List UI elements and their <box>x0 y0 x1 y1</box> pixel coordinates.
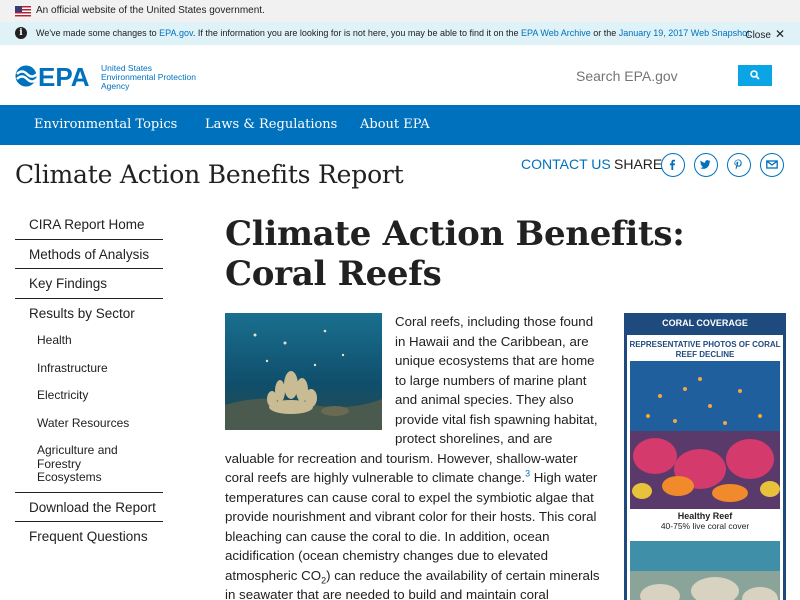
nav-about-epa[interactable]: About EPA <box>360 117 430 132</box>
sidebar-item-key-findings[interactable]: Key Findings <box>15 269 163 299</box>
us-flag-icon <box>15 6 31 17</box>
notice-text: . If the information you are looking for… <box>192 28 522 38</box>
sidebar-subitem-water-resources[interactable]: Water Resources <box>15 411 163 438</box>
agency-name: United States Environmental Protection A… <box>101 64 196 91</box>
notice-text: We've made some changes to <box>36 28 160 38</box>
sidebar-subitem-infrastructure[interactable]: Infrastructure <box>15 356 163 383</box>
epa-logo[interactable]: EPA United States Environmental Protecti… <box>15 61 215 91</box>
notice-message: We've made some changes to EPA.gov. If t… <box>36 28 752 38</box>
search-form <box>572 65 772 86</box>
sidebar-item-results-by-sector[interactable]: Results by Sector <box>15 299 163 329</box>
caption-detail: 40-75% live coral cover <box>660 521 750 531</box>
twitter-icon <box>700 160 711 169</box>
search-input[interactable] <box>572 65 732 86</box>
web-archive-link[interactable]: EPA Web Archive <box>521 28 591 38</box>
email-share-button[interactable] <box>760 153 784 177</box>
coverage-content: REPRESENTATIVE PHOTOS OF CORAL REEF DECL… <box>627 335 783 600</box>
sidebar-nav: CIRA Report Home Methods of Analysis Key… <box>15 210 163 552</box>
page-title: Climate Action Benefits: Coral Reefs <box>225 214 685 294</box>
paragraph-text: High water temperatures can cause coral … <box>225 470 598 583</box>
coral-reef-photo <box>225 313 382 430</box>
site-header: EPA United States Environmental Protecti… <box>0 45 800 105</box>
sidebar-subitem-agriculture-forestry[interactable]: Agriculture and Forestry <box>15 438 163 471</box>
close-icon: ✕ <box>774 27 785 41</box>
sidebar-subitem-health[interactable]: Health <box>15 328 163 355</box>
info-icon: i <box>15 27 27 39</box>
epa-gov-link[interactable]: EPA.gov <box>159 28 193 38</box>
declining-reef-photo <box>630 541 780 600</box>
coverage-header: CORAL COVERAGE <box>662 318 748 328</box>
logo-text: EPA <box>38 62 90 90</box>
pinterest-icon <box>734 159 742 170</box>
web-snapshot-link[interactable]: January 19, 2017 Web Snapshot <box>619 28 750 38</box>
sidebar-subitem-electricity[interactable]: Electricity <box>15 383 163 410</box>
sidebar-item-methods-of-analysis[interactable]: Methods of Analysis <box>15 240 163 270</box>
twitter-share-button[interactable] <box>694 153 718 177</box>
search-button[interactable] <box>738 65 772 86</box>
gov-banner: An official website of the United States… <box>0 0 800 22</box>
coral-coverage-box: CORAL COVERAGE REPRESENTATIVE PHOTOS OF … <box>624 313 786 600</box>
caption-title: Healthy Reef <box>677 511 733 521</box>
close-label: Close <box>745 30 771 41</box>
nav-environmental-topics[interactable]: Environmental Topics <box>34 117 177 132</box>
sidebar-item-cira-report-home[interactable]: CIRA Report Home <box>15 210 163 240</box>
contact-us-link[interactable]: CONTACT US <box>521 156 611 172</box>
sidebar-subitem-ecosystems[interactable]: Ecosystems <box>15 465 163 493</box>
share-label: SHARE <box>614 156 663 172</box>
facebook-share-button[interactable] <box>661 153 685 177</box>
sidebar-item-frequent-questions[interactable]: Frequent Questions <box>15 522 163 552</box>
email-icon <box>766 160 778 169</box>
main-nav: Environmental Topics Laws & Regulations … <box>0 105 800 145</box>
healthy-reef-caption: Healthy Reef 40-75% live coral cover <box>627 511 783 531</box>
sidebar-item-download-report[interactable]: Download the Report <box>15 493 163 523</box>
search-icon <box>750 70 760 80</box>
facebook-icon <box>669 159 675 170</box>
site-notice: i We've made some changes to EPA.gov. If… <box>0 22 800 45</box>
pinterest-share-button[interactable] <box>727 153 751 177</box>
coverage-subheader: REPRESENTATIVE PHOTOS OF CORAL REEF DECL… <box>629 340 781 359</box>
epa-logo-mark: EPA <box>15 62 90 90</box>
nav-laws-regulations[interactable]: Laws & Regulations <box>205 117 337 132</box>
notice-text: or the <box>590 28 619 38</box>
gov-banner-text: An official website of the United States… <box>36 5 265 16</box>
site-title[interactable]: Climate Action Benefits Report <box>15 160 404 189</box>
agency-line: Agency <box>101 81 130 91</box>
healthy-reef-photo <box>630 361 780 509</box>
close-notice-button[interactable]: Close ✕ <box>745 27 785 41</box>
